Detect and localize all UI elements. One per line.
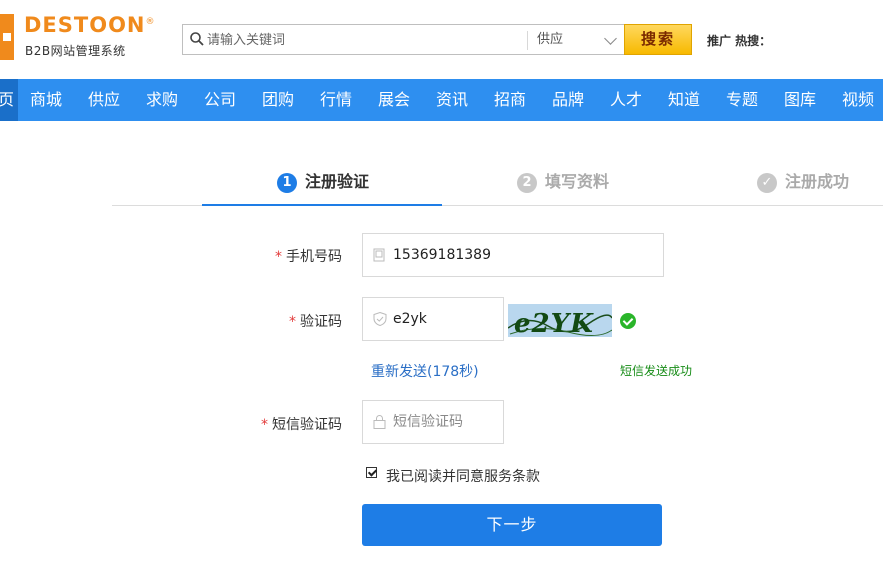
logo-mark [0, 14, 14, 60]
nav-item-jobs[interactable]: 人才 [610, 79, 642, 121]
nav-item-brand[interactable]: 品牌 [552, 79, 584, 121]
search-button[interactable]: 搜索 [624, 24, 692, 55]
step-2: 2 填写资料 [517, 171, 609, 193]
shield-icon [373, 311, 387, 327]
sms-code-placeholder: 短信验证码 [393, 414, 463, 430]
phone-value: 15369181389 [393, 247, 491, 263]
search-category-value: 供应 [537, 32, 564, 47]
nav-item-company[interactable]: 公司 [204, 79, 236, 121]
phone-label: * 手机号码 [275, 249, 342, 265]
step-2-number: 2 [517, 172, 537, 193]
nav-item-buy[interactable]: 求购 [146, 79, 178, 121]
nav-item-invest[interactable]: 招商 [494, 79, 526, 121]
agree-label[interactable]: 我已阅读并同意服务条款 [386, 466, 540, 486]
step-3-label: 注册成功 [785, 172, 850, 191]
logo-subtitle: B2B网站管理系统 [25, 44, 126, 58]
agree-checkbox[interactable] [366, 467, 377, 478]
sms-code-label: * 短信验证码 [261, 417, 342, 433]
main-nav: 页 商城 供应 求购 公司 团购 行情 展会 资讯 招商 品牌 人才 知道 专题… [0, 79, 883, 121]
nav-item-news[interactable]: 资讯 [436, 79, 468, 121]
nav-item-special[interactable]: 专题 [726, 79, 758, 121]
nav-item-video[interactable]: 视频 [842, 79, 874, 121]
steps-active-underline [202, 204, 442, 206]
search-category-select[interactable]: 供应 [537, 25, 621, 54]
lock-icon [373, 415, 386, 429]
resend-link[interactable]: 重新发送(178秒) [371, 361, 479, 381]
nav-item-market[interactable]: 行情 [320, 79, 352, 121]
nav-item-gallery[interactable]: 图库 [784, 79, 816, 121]
captcha-art: e2YK [508, 309, 612, 337]
captcha-label: * 验证码 [289, 314, 342, 330]
step-2-label: 填写资料 [545, 172, 610, 191]
search-bar: 供应 搜索 [182, 24, 692, 55]
nav-item-group[interactable]: 团购 [262, 79, 294, 121]
sms-code-field[interactable]: 短信验证码 [362, 400, 504, 444]
step-1: 1 注册验证 [277, 171, 369, 193]
success-check-icon [620, 313, 636, 329]
sms-status-text: 短信发送成功 [620, 364, 693, 378]
captcha-image[interactable]: e2YK [508, 304, 612, 337]
check-icon: ✓ [757, 172, 777, 193]
chevron-down-icon [604, 32, 617, 45]
phone-icon [373, 248, 385, 262]
step-3: ✓ 注册成功 [757, 171, 849, 193]
phone-field[interactable]: 15369181389 [362, 233, 664, 277]
captcha-text: e2YK [514, 309, 594, 337]
hot-search-label: 推广 热搜： [707, 34, 772, 48]
nav-item-supply[interactable]: 供应 [88, 79, 120, 121]
nav-item-expo[interactable]: 展会 [378, 79, 410, 121]
nav-item-mall[interactable]: 商城 [30, 79, 62, 121]
step-1-label: 注册验证 [305, 172, 370, 191]
captcha-field[interactable]: e2yk [362, 297, 504, 341]
nav-item-know[interactable]: 知道 [668, 79, 700, 121]
logo[interactable]: DESTOON® [24, 13, 156, 37]
nav-item-home[interactable]: 页 [0, 79, 14, 121]
captcha-value: e2yk [393, 311, 427, 327]
search-icon [190, 32, 204, 46]
step-1-number: 1 [277, 172, 297, 193]
search-input[interactable] [207, 29, 507, 51]
search-divider [527, 31, 528, 50]
next-button[interactable]: 下一步 [362, 504, 662, 546]
